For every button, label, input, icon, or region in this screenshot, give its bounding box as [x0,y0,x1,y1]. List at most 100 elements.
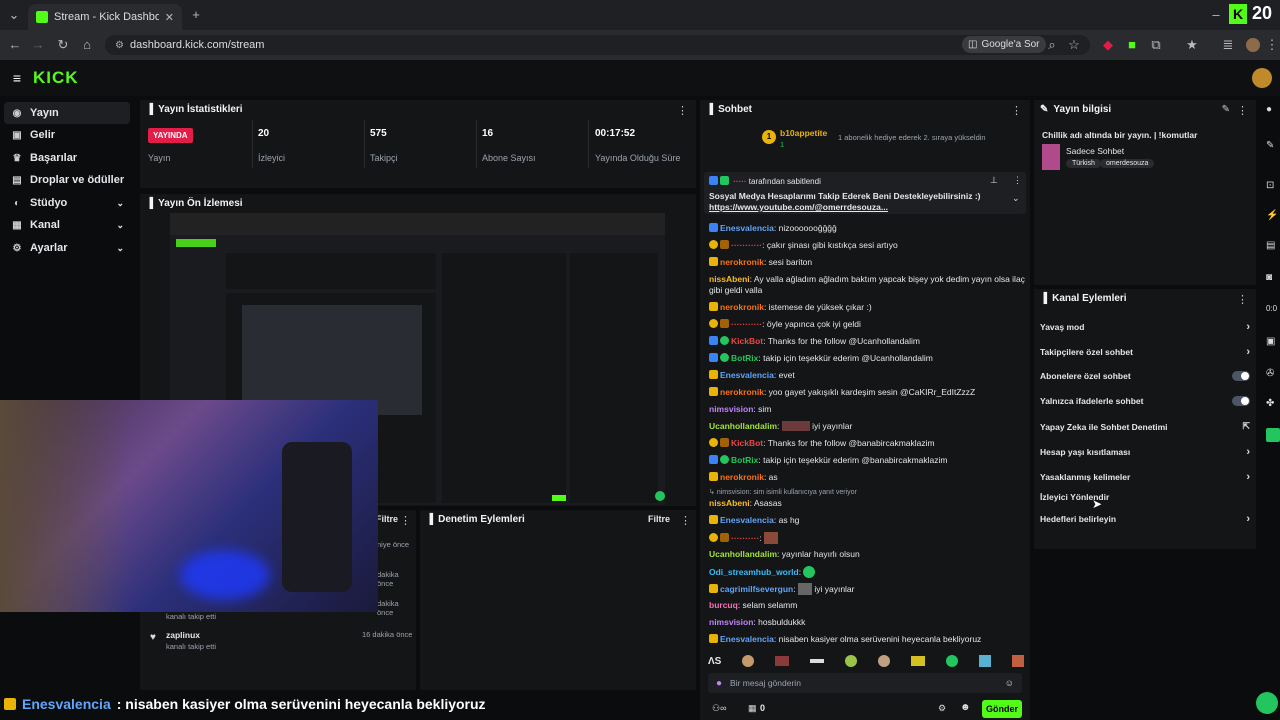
followers-only-item[interactable]: Takipçilere özel sohbet › [1040,346,1250,358]
chat-username[interactable]: nimsvision [709,617,753,627]
sidebar-item-gelir[interactable]: ▣ Gelir [4,124,130,146]
chat-username[interactable]: Ucanhollandalim [709,421,777,431]
chat-username[interactable]: ··········· [731,319,762,329]
extensions-icon[interactable]: ⧉ [1146,35,1166,55]
info-icon[interactable]: ● [1266,104,1272,115]
emote-only-item[interactable]: Yalnızca ifadelerle sohbet [1040,396,1250,406]
mod-filter-button[interactable]: Filtre [648,514,670,524]
slow-mode-item[interactable]: Yavaş mod › [1040,321,1250,333]
sidebar-item-studyo[interactable]: ◐ Stüdyo ⌄ [4,192,130,214]
chat-username[interactable]: nissAbeni [709,274,750,284]
emote-icon[interactable] [1011,655,1024,667]
ai-moderation-item[interactable]: Yapay Zeka ile Sohbet Denetimi ⇱ [1040,421,1250,432]
emote-icon[interactable] [845,655,858,667]
back-icon[interactable]: ← [5,35,25,55]
bolt-icon[interactable]: ⚡ [1266,210,1278,221]
chat-username[interactable]: Enesvalencia [720,370,774,380]
emoji-icon[interactable]: ☺ [1005,678,1014,688]
browser-tab[interactable]: Stream - Kick Dashboard ✕ [28,4,182,30]
zoom-icon[interactable]: ⌕ [1042,35,1062,55]
chat-username[interactable]: Enesvalencia [720,634,774,644]
extension-kick-icon[interactable]: ■ [1122,35,1142,55]
lock-icon[interactable]: ▣ [1266,336,1275,347]
chat-username[interactable]: Ucanhollandalim [709,549,777,559]
chat-input[interactable]: ● Bir mesaj gönderin ☺ [708,673,1022,693]
chat-tools-icon[interactable]: ⚇∞ [712,703,726,714]
chat-username[interactable]: Odi_streamhub_world [709,567,799,577]
more-options-icon[interactable]: ⋮ [1237,293,1248,306]
emote-icon[interactable] [878,655,891,667]
settings-icon[interactable]: ⚙ [938,703,946,714]
chat-username[interactable]: Enesvalencia [720,515,774,525]
share-icon[interactable]: ✤ [1266,398,1274,409]
user-avatar[interactable] [1252,68,1272,88]
sidebar-item-droplar[interactable]: ▤ Droplar ve ödüller [4,169,130,191]
hamburger-menu-icon[interactable]: ≡ [7,68,27,88]
chat-username[interactable]: ··········· [731,240,762,250]
chat-username[interactable]: nerokronik [720,257,764,267]
site-info-icon[interactable]: ⚙ [115,40,124,51]
sidebar-item-kanal[interactable]: ▦ Kanal ⌄ [4,214,130,236]
bookmark-star-icon[interactable]: ☆ [1064,35,1084,55]
chat-bubble-icon[interactable]: ◙ [1266,272,1272,283]
sidebar-item-yayin[interactable]: ◉ Yayın [4,102,130,124]
emote-only-toggle[interactable] [1232,396,1250,406]
mic-icon[interactable]: ● [716,678,722,689]
chat-username[interactable]: BotRix [731,353,758,363]
camera-icon[interactable]: ⊡ [1266,180,1274,191]
emote-icon[interactable] [911,656,926,666]
category-name[interactable]: Sadece Sohbet [1066,146,1124,156]
emote-icon[interactable] [742,655,755,667]
more-options-icon[interactable]: ⋮ [680,514,691,527]
chat-username[interactable]: nerokronik [720,302,764,312]
chat-username[interactable]: cagrimilfsevergun [720,584,793,594]
chat-username[interactable]: BotRix [731,455,758,465]
ask-google-button[interactable]: ◫ Google'a Sor [962,36,1046,53]
gifter-name[interactable]: b10appetite [780,128,827,138]
edit-icon[interactable]: ✎ [1222,104,1230,115]
tab-list-icon[interactable]: ⌄ [4,5,24,25]
emote-icon[interactable] [946,655,959,667]
event-user[interactable]: zaplinux [166,630,200,640]
timer-icon[interactable]: 0:0 [1266,304,1277,313]
url-field[interactable]: ⚙ dashboard.kick.com/stream [105,35,1090,55]
help-bubble-icon[interactable] [1256,692,1278,714]
account-age-item[interactable]: Hesap yaşı kısıtlaması › [1040,446,1250,458]
more-options-icon[interactable]: ⋮ [1013,175,1022,186]
goals-item[interactable]: Hedefleri belirleyin › [1040,513,1250,525]
doc-icon[interactable]: ▤ [1266,240,1275,251]
more-options-icon[interactable]: ⋮ [677,104,688,117]
browser-menu-icon[interactable]: ⋮ [1262,35,1280,55]
more-options-icon[interactable]: ⋮ [1011,104,1022,117]
green-action-icon[interactable] [1266,428,1280,442]
banned-words-item[interactable]: Yasaklanmış kelimeler › [1040,471,1250,483]
chat-username[interactable]: nimsvision [709,404,753,414]
chat-username[interactable]: nissAbeni [709,498,750,508]
wrench-icon[interactable]: ✇ [1266,368,1274,379]
emote-icon[interactable] [775,656,790,666]
chat-username[interactable]: KickBot [731,336,763,346]
minimize-icon[interactable]: – [1206,5,1226,25]
subs-only-toggle[interactable] [1232,371,1250,381]
chat-emote-icon[interactable]: ☻ [960,702,971,713]
chat-username[interactable]: Enesvalencia [720,223,774,233]
forward-icon[interactable]: → [28,35,48,55]
sidebar-item-basarilar[interactable]: ♛ Başarılar [4,147,130,169]
chat-username[interactable]: nerokronik [720,387,764,397]
emote-icon[interactable]: ΛS [708,656,721,667]
sidebar-item-ayarlar[interactable]: ⚙ Ayarlar ⌄ [4,237,130,259]
pencil-icon[interactable]: ✎ [1266,140,1274,151]
extension-red-icon[interactable]: ◆ [1098,35,1118,55]
home-icon[interactable]: ⌂ [77,35,97,55]
new-tab-icon[interactable]: + [186,5,206,25]
reload-icon[interactable]: ↻ [53,35,73,55]
chat-username[interactable]: KickBot [731,438,763,448]
chat-username[interactable]: burcuq [709,600,738,610]
pin-icon[interactable]: ⊥ [990,175,998,186]
profile-avatar[interactable] [1246,38,1260,52]
host-item[interactable]: İzleyici Yönlendir [1040,492,1250,502]
more-options-icon[interactable]: ⋮ [400,514,411,527]
kick-logo[interactable]: KICK [33,68,79,88]
bookmarks-icon[interactable]: ★ [1182,35,1202,55]
subs-only-item[interactable]: Abonelere özel sohbet [1040,371,1250,381]
